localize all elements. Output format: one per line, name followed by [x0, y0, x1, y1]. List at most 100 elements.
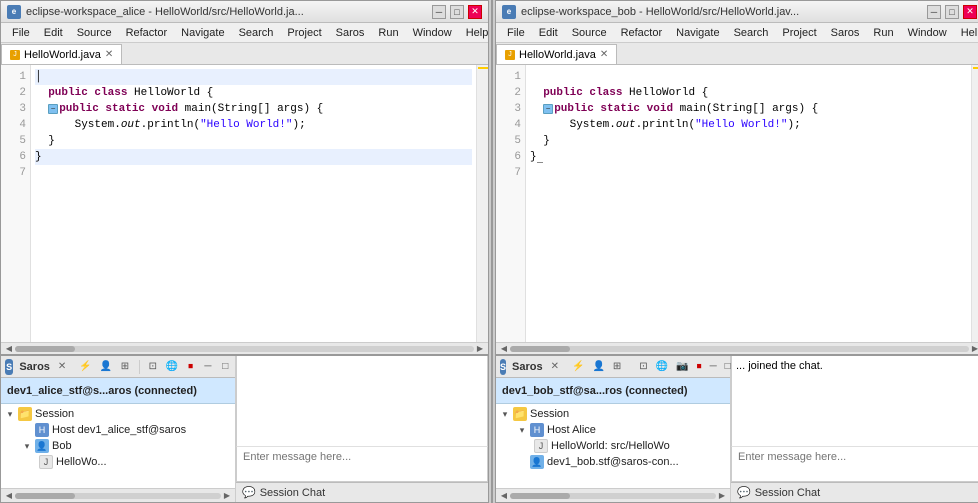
- scrollbar-h-alice[interactable]: ◀ ▶: [1, 342, 488, 354]
- tree-arrow-session-alice[interactable]: ▾: [5, 409, 15, 419]
- menu-run-alice[interactable]: Run: [371, 25, 405, 41]
- tree-dev-bob[interactable]: 👤 dev1_bob.stf@saros-con...: [496, 454, 730, 470]
- chat-tab-label-bob[interactable]: Session Chat: [755, 487, 820, 499]
- chat-input-alice[interactable]: [237, 447, 487, 481]
- chat-input-area-alice[interactable]: [236, 446, 488, 482]
- scrollbar-track-alice[interactable]: [15, 346, 474, 352]
- saros-toolbar-btn-1-alice[interactable]: ⚡: [78, 358, 92, 376]
- saros-tab-close-alice[interactable]: ✕: [58, 361, 66, 372]
- menu-navigate-bob[interactable]: Navigate: [669, 25, 726, 41]
- menu-navigate-alice[interactable]: Navigate: [174, 25, 231, 41]
- restore-button-alice[interactable]: □: [450, 5, 464, 19]
- saros-toolbar-btn-2-alice[interactable]: 👤: [99, 358, 113, 376]
- code-editor-alice[interactable]: │ public class HelloWorld { −public stat…: [31, 65, 476, 342]
- saros-track-bob[interactable]: [510, 493, 716, 499]
- editor-tab-bob[interactable]: J HelloWorld.java ✕: [496, 44, 617, 64]
- tree-session-bob[interactable]: ▾ 📁 Session: [496, 406, 730, 422]
- saros-toolbar-btn-5-bob[interactable]: 🌐: [655, 358, 669, 376]
- tree-arrow-bob-alice[interactable]: ▾: [22, 441, 32, 451]
- saros-max-btn-alice[interactable]: □: [220, 358, 231, 376]
- saros-toolbar-btn-3-bob[interactable]: ⊞: [612, 358, 622, 376]
- saros-min-btn-alice[interactable]: ─: [202, 358, 213, 376]
- scroll-right-alice[interactable]: ▶: [474, 343, 486, 355]
- saros-thumb-bob[interactable]: [510, 493, 570, 499]
- minimize-button-alice[interactable]: ─: [432, 5, 446, 19]
- saros-thumb-alice[interactable]: [15, 493, 75, 499]
- menu-refactor-bob[interactable]: Refactor: [614, 25, 670, 41]
- collapse-icon-3-bob[interactable]: −: [543, 104, 553, 114]
- editor-content-alice[interactable]: 1 2 3 4 5 6 7 │ public class HelloWorld …: [1, 65, 488, 342]
- saros-scroll-left-alice[interactable]: ◀: [3, 490, 15, 502]
- menu-search-bob[interactable]: Search: [727, 25, 776, 41]
- menu-help-bob[interactable]: Help: [954, 25, 978, 41]
- menu-edit-bob[interactable]: Edit: [532, 25, 565, 41]
- restore-button-bob[interactable]: □: [945, 5, 959, 19]
- saros-scroll-right-bob[interactable]: ▶: [716, 490, 728, 502]
- tab-close-bob[interactable]: ✕: [600, 49, 608, 60]
- close-button-alice[interactable]: ✕: [468, 5, 482, 19]
- saros-scrollbar-alice[interactable]: ◀ ▶: [1, 488, 235, 502]
- saros-min-btn-bob[interactable]: ─: [709, 358, 718, 376]
- tree-arrow-host-alice: [22, 425, 32, 435]
- editor-tab-alice[interactable]: J HelloWorld.java ✕: [1, 44, 122, 64]
- scroll-left-alice[interactable]: ◀: [3, 343, 15, 355]
- saros-toolbar-btn-3-alice[interactable]: ⊞: [119, 358, 130, 376]
- code-editor-bob[interactable]: public class HelloWorld { −public static…: [526, 65, 971, 342]
- menu-source-bob[interactable]: Source: [565, 25, 614, 41]
- menu-file-bob[interactable]: File: [500, 25, 532, 41]
- menu-refactor-alice[interactable]: Refactor: [119, 25, 175, 41]
- saros-scroll-left-bob[interactable]: ◀: [498, 490, 510, 502]
- menu-saros-bob[interactable]: Saros: [824, 25, 867, 41]
- tree-file-bob[interactable]: J HelloWorld: src/HelloWo: [496, 438, 730, 454]
- saros-toolbar-extra-bob[interactable]: 📷: [675, 358, 689, 376]
- editor-content-bob[interactable]: 1 2 3 4 5 6 7 public class HelloWorld { …: [496, 65, 978, 342]
- tree-arrow-session-bob[interactable]: ▾: [500, 409, 510, 419]
- saros-tab-close-bob[interactable]: ✕: [551, 361, 559, 372]
- saros-scrollbar-bob[interactable]: ◀ ▶: [496, 488, 730, 502]
- menu-project-alice[interactable]: Project: [280, 25, 328, 41]
- menu-source-alice[interactable]: Source: [70, 25, 119, 41]
- menu-search-alice[interactable]: Search: [232, 25, 281, 41]
- chat-input-area-bob[interactable]: [731, 446, 978, 482]
- scrollbar-thumb-alice[interactable]: [15, 346, 75, 352]
- tree-host-alice[interactable]: H Host dev1_alice_stf@saros: [1, 422, 235, 438]
- tree-host-icon-bob: H: [530, 423, 544, 437]
- window-title-bob: eclipse-workspace_bob - HelloWorld/src/H…: [521, 6, 927, 18]
- minimize-button-bob[interactable]: ─: [927, 5, 941, 19]
- saros-track-alice[interactable]: [15, 493, 221, 499]
- tree-host-bob[interactable]: ▾ H Host Alice: [496, 422, 730, 438]
- close-button-bob[interactable]: ✕: [963, 5, 977, 19]
- scrollbar-thumb-bob[interactable]: [510, 346, 570, 352]
- chat-tab-label-alice[interactable]: Session Chat: [260, 487, 325, 499]
- saros-toolbar-btn-1-bob[interactable]: ⚡: [571, 358, 585, 376]
- menu-window-bob[interactable]: Window: [901, 25, 954, 41]
- menu-project-bob[interactable]: Project: [775, 25, 823, 41]
- saros-stop-btn-alice[interactable]: ⏹: [185, 358, 196, 376]
- session-tree-bob[interactable]: ▾ 📁 Session ▾ H Host Alice J HelloWorld:…: [496, 404, 730, 488]
- menu-edit-alice[interactable]: Edit: [37, 25, 70, 41]
- scrollbar-track-bob[interactable]: [510, 346, 969, 352]
- tree-bob-alice[interactable]: ▾ 👤 Bob: [1, 438, 235, 454]
- tree-session-alice[interactable]: ▾ 📁 Session: [1, 406, 235, 422]
- saros-toolbar-btn-5-alice[interactable]: 🌐: [164, 358, 178, 376]
- tab-close-alice[interactable]: ✕: [105, 49, 113, 60]
- tree-arrow-host-bob[interactable]: ▾: [517, 425, 527, 435]
- saros-scroll-right-alice[interactable]: ▶: [221, 490, 233, 502]
- menu-file-alice[interactable]: File: [5, 25, 37, 41]
- saros-toolbar-btn-2-bob[interactable]: 👤: [591, 358, 605, 376]
- scroll-left-bob[interactable]: ◀: [498, 343, 510, 355]
- menu-saros-alice[interactable]: Saros: [329, 25, 372, 41]
- menu-window-alice[interactable]: Window: [406, 25, 459, 41]
- tree-file-alice[interactable]: J HelloWo...: [1, 454, 235, 470]
- menu-run-bob[interactable]: Run: [866, 25, 900, 41]
- menu-help-alice[interactable]: Help: [459, 25, 496, 41]
- session-tree-alice[interactable]: ▾ 📁 Session H Host dev1_alice_stf@saros …: [1, 404, 235, 488]
- saros-stop-btn-bob[interactable]: ⏹: [696, 358, 703, 376]
- scrollbar-h-bob[interactable]: ◀ ▶: [496, 342, 978, 354]
- java-file-icon-bob: J: [505, 50, 515, 60]
- saros-toolbar-btn-4-alice[interactable]: ⊡: [147, 358, 158, 376]
- saros-toolbar-btn-4-bob[interactable]: ⊡: [638, 358, 648, 376]
- chat-input-bob[interactable]: [732, 447, 978, 481]
- collapse-icon-3-alice[interactable]: −: [48, 104, 58, 114]
- scroll-right-bob[interactable]: ▶: [969, 343, 978, 355]
